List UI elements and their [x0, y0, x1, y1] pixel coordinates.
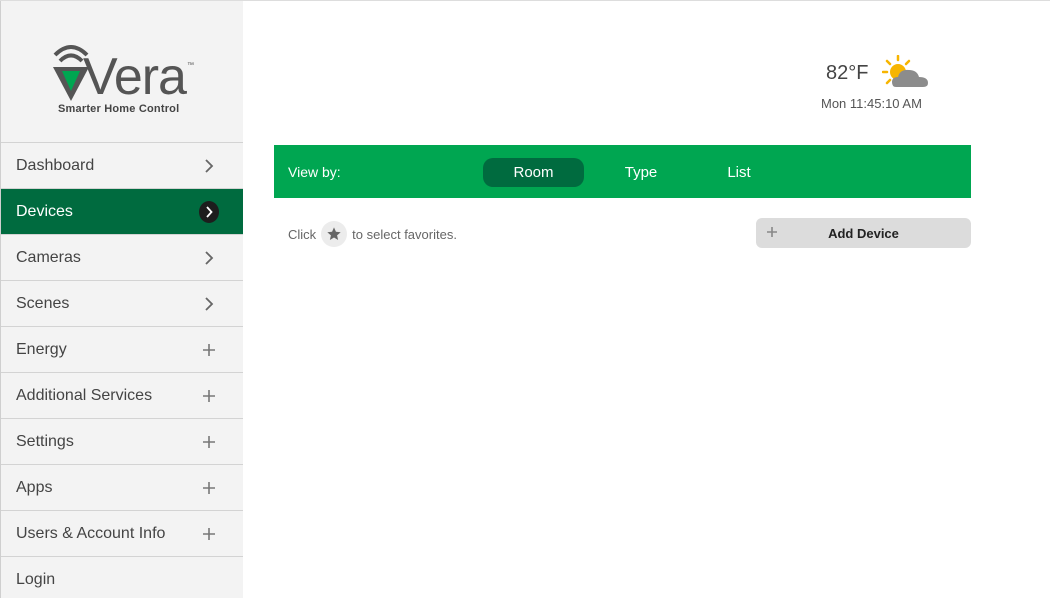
tab-room[interactable]: Room [483, 158, 584, 187]
tab-list[interactable]: List [706, 158, 772, 187]
sidebar-item-label: Energy [16, 340, 67, 358]
chevron-right-circle-icon [199, 200, 219, 223]
sidebar-item-users-account-info[interactable]: Users & Account Info [1, 510, 243, 556]
sidebar-item-apps[interactable]: Apps [1, 464, 243, 510]
sidebar: Vera ™ Smarter Home Control Dashboard De… [0, 1, 243, 598]
plus-icon [199, 524, 219, 544]
sidebar-item-devices[interactable]: Devices [1, 188, 243, 234]
add-device-label: Add Device [828, 226, 899, 241]
sidebar-item-cameras[interactable]: Cameras [1, 234, 243, 280]
sidebar-item-label: Additional Services [16, 386, 153, 404]
weather-temperature: 82°F [826, 62, 869, 84]
plus-icon [199, 340, 219, 360]
sidebar-item-login[interactable]: Login [1, 556, 243, 602]
sidebar-item-energy[interactable]: Energy [1, 326, 243, 372]
sidebar-item-label: Scenes [16, 294, 70, 312]
star-icon [321, 221, 348, 247]
sidebar-item-label: Devices [16, 202, 73, 220]
sidebar-item-scenes[interactable]: Scenes [1, 280, 243, 326]
sidebar-item-label: Login [16, 570, 56, 588]
sidebar-item-label: Apps [16, 478, 53, 496]
view-by-label: View by: [288, 164, 341, 180]
sidebar-item-dashboard[interactable]: Dashboard [1, 142, 243, 188]
sidebar-item-label: Dashboard [16, 156, 95, 174]
logo-wordmark: Vera [83, 48, 187, 106]
sidebar-nav: Dashboard Devices Cameras Scenes Energy [1, 142, 243, 602]
plus-icon [199, 478, 219, 498]
sidebar-item-label: Cameras [16, 248, 81, 266]
sidebar-item-label: Users & Account Info [16, 524, 166, 542]
vera-logo[interactable]: Vera ™ Smarter Home Control [1, 1, 244, 142]
plus-icon [199, 386, 219, 406]
chevron-right-icon [199, 248, 219, 268]
add-device-button[interactable]: Add Device [756, 218, 971, 248]
logo-trademark: ™ [187, 62, 194, 69]
sidebar-item-additional-services[interactable]: Additional Services [1, 372, 243, 418]
sidebar-item-label: Settings [16, 432, 74, 450]
current-datetime: Mon 11:45:10 AM [821, 96, 922, 111]
view-by-bar: View by: Room Type List [274, 145, 971, 198]
plus-icon [199, 432, 219, 452]
favorites-hint: Click to select favorites. [288, 220, 457, 248]
favorites-hint-prefix: Click [288, 226, 317, 242]
sidebar-item-settings[interactable]: Settings [1, 418, 243, 464]
chevron-right-icon [199, 294, 219, 314]
tab-type[interactable]: Type [606, 158, 676, 187]
favorites-hint-suffix: to select favorites. [352, 226, 457, 242]
chevron-right-icon [199, 156, 219, 176]
logo-tagline: Smarter Home Control [58, 103, 180, 115]
partly-cloudy-icon [881, 54, 932, 96]
